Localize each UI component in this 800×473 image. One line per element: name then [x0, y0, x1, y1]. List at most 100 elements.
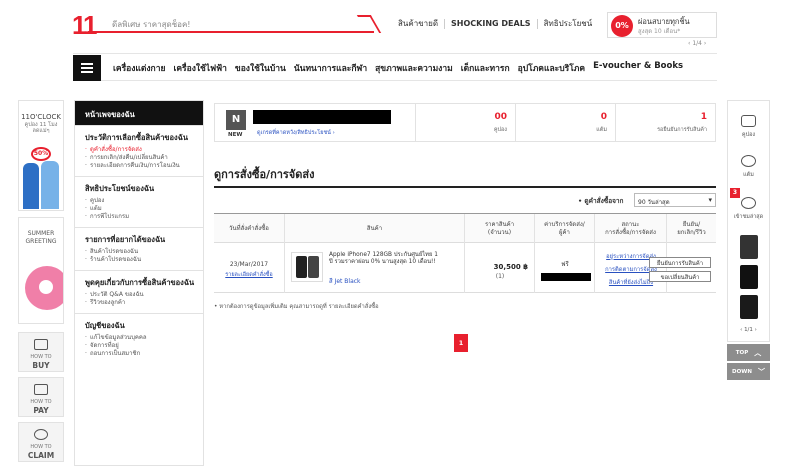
- top-links: สินค้าขายดี SHOCKING DEALS สิทธิประโยชน์: [398, 19, 598, 29]
- top-link-benefits[interactable]: สิทธิประโยชน์: [536, 19, 599, 29]
- how-to-label: HOW TO: [30, 354, 52, 360]
- sidebar-item-points[interactable]: แต้ม: [85, 205, 195, 213]
- shipping-fee: ฟรี: [561, 261, 569, 268]
- col-order-date: วันที่สั่งคำสั่งซื้อ: [229, 225, 269, 232]
- stat-value: 1: [700, 112, 707, 122]
- sidebar-item-program[interactable]: การพีโปรแกรม: [85, 213, 195, 221]
- member-grade-label: NEW: [228, 132, 243, 138]
- nav-item-electronics[interactable]: เครื่องใช้ไฟฟ้า: [173, 61, 226, 75]
- nav-item-health-beauty[interactable]: สุขภาพและความงาม: [375, 61, 453, 75]
- sidebar-section-title: บัญชีของฉัน: [85, 321, 125, 330]
- model-image: [41, 161, 59, 209]
- how-to-pay-button[interactable]: HOW TO PAY: [18, 377, 64, 417]
- claim-label: CLAIM: [27, 451, 55, 460]
- installment-promo-banner[interactable]: 0% ผ่อนสบายทุกชิ้น สูงสุด 10 เดือน*: [607, 12, 717, 38]
- chevron-up-icon: ︿: [754, 348, 762, 357]
- eleven-oclock-banner[interactable]: 11O'CLOCK คูปอง 11 โมง ลดแม่ๆ 50%: [18, 100, 64, 211]
- stat-coupons[interactable]: 00 คูปอง: [415, 104, 515, 141]
- zero-percent-badge: 0%: [611, 15, 633, 37]
- product-name-link[interactable]: Apple iPhone7 128GB ประกันศูนย์ไทย 1 ปี …: [329, 252, 439, 266]
- nav-item-kids[interactable]: เด็กและทารก: [461, 61, 510, 75]
- how-to-label: HOW TO: [30, 444, 52, 450]
- sidebar-item-edit-profile[interactable]: แก้ไขข้อมูลส่วนบุคคล: [85, 334, 195, 342]
- chevron-right-icon[interactable]: ›: [753, 327, 757, 333]
- order-detail-link[interactable]: รายละเอียดคำสั่งซื้อ: [214, 271, 284, 279]
- sidebar-item-favorite-products[interactable]: สินค้าโปรดของฉัน: [85, 248, 195, 256]
- order-date: 23/Mar/2017: [229, 261, 269, 268]
- sidebar-item-addresses[interactable]: จัดการที่อยู่: [85, 342, 195, 350]
- sidebar-item-unsubscribe[interactable]: ถอนการเป็นสมาชิก: [85, 350, 195, 358]
- grade-benefits-link[interactable]: ดูเกรดที่คาดหวัง/สิทธิประโยชน์ ›: [257, 129, 335, 137]
- exchange-request-button[interactable]: ขอเปลี่ยนสินค้า: [649, 271, 711, 282]
- rail-coupon-label[interactable]: คูปอง: [728, 131, 769, 139]
- nav-item-apparel[interactable]: เครื่องแต่งกาย: [113, 61, 165, 75]
- redacted-seller: [541, 273, 591, 281]
- stat-label: คูปอง: [493, 127, 507, 133]
- col-status: สถานะ การสั่งซื้อ/การจัดส่ง: [594, 214, 666, 244]
- nav-item-evoucher[interactable]: E-voucher & Books: [593, 61, 683, 75]
- sidebar-item-refund[interactable]: รายละเอียดการคืนเงิน/การโอนเงิน: [85, 162, 195, 170]
- scroll-down-button[interactable]: DOWN ﹀: [727, 363, 770, 380]
- sidebar-section-title: พูดคุยเกี่ยวกับการซื้อสินค้าของฉัน: [85, 278, 195, 287]
- sidebar-item-reviews[interactable]: รีวิวของลูกค้า: [85, 299, 195, 307]
- sidebar-section-orders: ประวัติการเลือกซื้อสินค้าของฉัน ดูคำสั่ง…: [75, 125, 203, 176]
- period-select[interactable]: 90 วันล่าสุด: [634, 193, 716, 207]
- recent-product-thumbnail[interactable]: [740, 295, 758, 319]
- nav-item-consumer[interactable]: อุปโภคและบริโภค: [518, 61, 585, 75]
- pagination-current-page[interactable]: 1: [454, 334, 468, 352]
- top-link-shocking-deals[interactable]: SHOCKING DEALS: [444, 19, 537, 29]
- stat-points[interactable]: 0 แต้ม: [515, 104, 615, 141]
- summer-greeting-banner[interactable]: SUMMER GREETING: [18, 217, 64, 324]
- stat-label: แต้ม: [596, 127, 607, 133]
- how-to-buy-button[interactable]: HOW TO BUY: [18, 332, 64, 372]
- top-label: TOP: [735, 349, 749, 356]
- clock-title: 11O'CLOCK: [21, 113, 61, 121]
- nav-item-home[interactable]: ของใช้ในบ้าน: [235, 61, 286, 75]
- recent-page-indicator: 1/1: [744, 327, 753, 333]
- headset-icon: [34, 429, 48, 440]
- confirm-receipt-button[interactable]: ยืนยันการรับสินค้า: [649, 257, 711, 268]
- sidebar-item-favorite-shops[interactable]: ร้านค้าโปรดของฉัน: [85, 256, 195, 264]
- recent-product-thumbnail[interactable]: [740, 235, 758, 259]
- promo-pager[interactable]: ‹ 1/4 ›: [688, 40, 706, 47]
- stat-awaiting-confirmation[interactable]: 1 รอยืนยันการรับสินค้า: [615, 104, 715, 141]
- scroll-top-button[interactable]: TOP ︿: [727, 344, 770, 361]
- discount-badge: 50%: [31, 147, 51, 161]
- sidebar-section-wishlist: รายการที่อยากได้ของฉัน สินค้าโปรดของฉัน …: [75, 227, 203, 270]
- promo-subtitle: สูงสุด 10 เดือน*: [638, 28, 681, 35]
- sidebar-item-cancel-return[interactable]: การยกเลิก/ส่งคืน/เปลี่ยนสินค้า: [85, 154, 195, 162]
- nav-item-sports[interactable]: นันทนาการและกีฬา: [294, 61, 367, 75]
- points-icon[interactable]: [741, 155, 756, 167]
- sidebar-item-qa-history[interactable]: ประวัติ Q&A ของฉัน: [85, 291, 195, 299]
- sidebar-item-view-orders[interactable]: ดูคำสั่งซื้อ/การจัดส่ง: [85, 146, 195, 154]
- coupon-icon[interactable]: [741, 115, 756, 127]
- sidebar-item-coupons[interactable]: คูปอง: [85, 197, 195, 205]
- rail-points-label[interactable]: แต้ม: [728, 171, 769, 179]
- right-quick-rail: คูปอง แต้ม 3 เข้าชมล่าสุด ‹ 1/1 ›: [727, 100, 770, 342]
- product-option: สี Jet Black: [329, 278, 361, 285]
- buy-label: BUY: [32, 361, 50, 370]
- actions-cell: ยืนยันการรับสินค้า ขอเปลี่ยนสินค้า: [649, 243, 716, 293]
- search-bar-underline: [88, 31, 374, 33]
- chevron-right-icon[interactable]: ›: [702, 40, 706, 47]
- search-input[interactable]: ดีลพิเศษ ราคาสุดช็อค!: [112, 18, 191, 31]
- recent-product-thumbnail[interactable]: [740, 265, 758, 289]
- promo-page-indicator: 1/4: [692, 40, 702, 47]
- site-logo[interactable]: 11: [72, 12, 98, 38]
- down-label: DOWN: [732, 368, 752, 375]
- rail-recent-label[interactable]: เข้าชมล่าสุด: [728, 213, 769, 221]
- clock-icon[interactable]: [741, 197, 756, 209]
- menu-hamburger-icon[interactable]: [73, 55, 101, 81]
- page-title: ดูการสั่งซื้อ/การจัดส่ง: [214, 168, 315, 181]
- product-thumbnail[interactable]: [291, 252, 323, 282]
- sidebar-section-talk: พูดคุยเกี่ยวกับการซื้อสินค้าของฉัน ประวั…: [75, 270, 203, 313]
- recent-count-badge: 3: [730, 188, 740, 198]
- sidebar-section-account: บัญชีของฉัน แก้ไขข้อมูลส่วนบุคคล จัดการท…: [75, 313, 203, 364]
- model-image: [23, 163, 39, 209]
- recent-pager: ‹ 1/1 ›: [728, 327, 769, 333]
- top-link-bestseller[interactable]: สินค้าขายดี: [398, 19, 444, 29]
- how-to-claim-button[interactable]: HOW TO CLAIM: [18, 422, 64, 462]
- price-cell: 30,500 ฿ (1): [464, 243, 534, 293]
- sidebar-section-title: รายการที่อยากได้ของฉัน: [85, 235, 166, 244]
- filter-label: • ดูคำสั่งซื้อจาก: [578, 197, 624, 205]
